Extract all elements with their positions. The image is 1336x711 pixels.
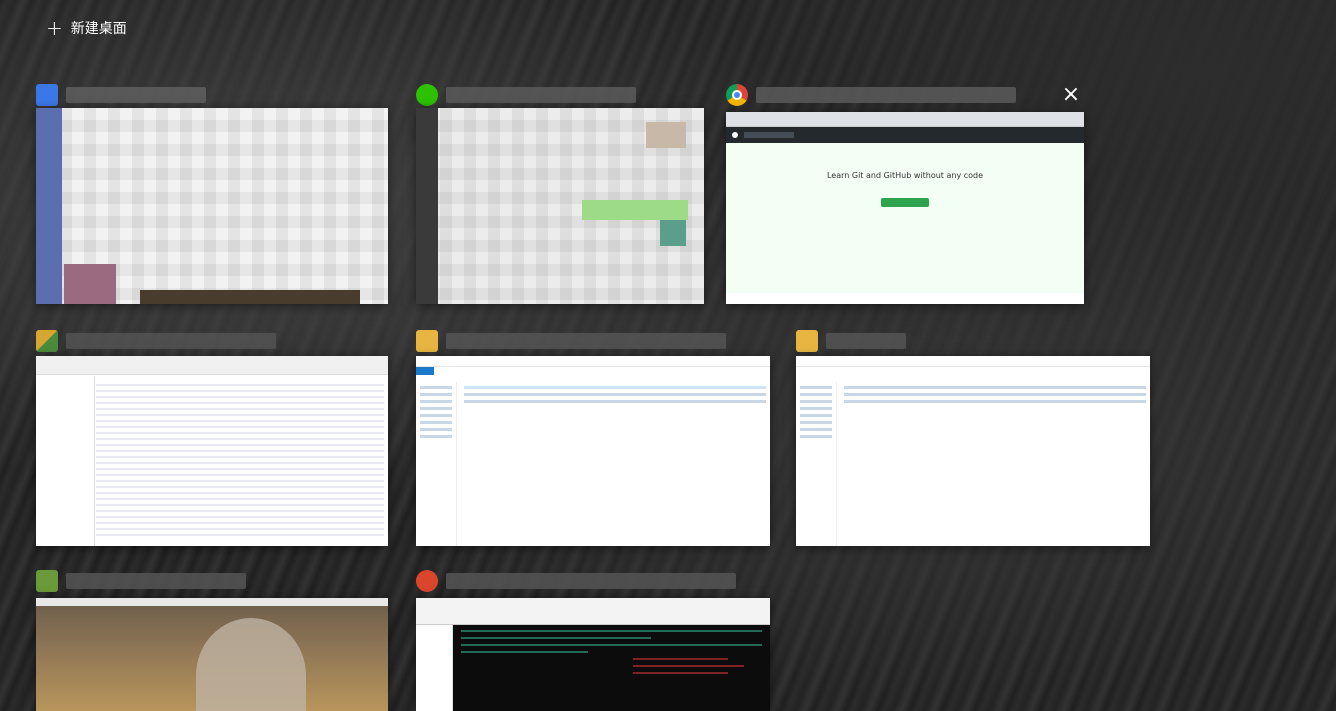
file-list <box>460 382 770 408</box>
github-logo-icon <box>732 132 738 138</box>
window-header <box>36 568 388 594</box>
window-title-blurred <box>446 87 636 103</box>
terminal-icon <box>36 570 58 592</box>
navigation-pane <box>796 382 837 546</box>
ssh-toolbar <box>416 598 770 625</box>
window-title-blurred <box>66 333 276 349</box>
wechat-icon <box>416 84 438 106</box>
explorer-title-bar <box>416 356 770 367</box>
navigation-pane <box>416 382 457 546</box>
terminal-output <box>453 625 770 711</box>
window-thumbnail[interactable] <box>796 356 1150 546</box>
explorer-title-bar <box>796 356 1150 367</box>
window-thumbnail[interactable] <box>36 356 388 546</box>
window-thumbnail[interactable] <box>36 598 388 711</box>
github-cta-button <box>881 198 929 207</box>
task-view-window-6[interactable] <box>796 328 1150 546</box>
window-header <box>416 82 704 108</box>
github-hero-heading: Learn Git and GitHub without any code <box>826 171 984 180</box>
task-view-window-3[interactable]: × Learn Git and GitHub without any code <box>726 82 1084 304</box>
browser-toolbar <box>726 112 1084 127</box>
blurred-sidebar <box>416 108 438 304</box>
file-tree <box>36 376 95 546</box>
wallpaper-character-image <box>196 618 306 711</box>
task-view-window-1[interactable] <box>36 82 388 304</box>
window-thumbnail[interactable]: Learn Git and GitHub without any code <box>726 112 1084 304</box>
blurred-bar <box>140 290 360 304</box>
window-header <box>726 82 1084 108</box>
csv-editor-icon <box>36 330 58 352</box>
github-header <box>726 127 1084 143</box>
blurred-image <box>64 264 116 304</box>
window-title-blurred <box>66 573 246 589</box>
window-header <box>36 82 388 108</box>
task-view-window-8[interactable] <box>416 568 770 711</box>
window-title-blurred <box>446 333 726 349</box>
window-title-blurred <box>66 87 206 103</box>
task-view-window-5[interactable] <box>416 328 770 546</box>
new-desktop-label: 新建桌面 <box>70 21 127 37</box>
session-list <box>416 625 453 711</box>
blurred-avatar <box>646 122 686 148</box>
folder-icon <box>796 330 818 352</box>
window-header <box>416 568 770 594</box>
blurred-message-bubble <box>582 200 688 220</box>
blurred-sidebar <box>36 108 62 304</box>
ssh-client-icon <box>416 570 438 592</box>
window-thumbnail[interactable] <box>416 356 770 546</box>
window-header <box>416 328 770 354</box>
folder-icon <box>416 330 438 352</box>
window-thumbnail[interactable] <box>416 108 704 304</box>
plus-icon: + <box>46 16 63 40</box>
window-title-blurred <box>826 333 906 349</box>
task-view-window-2[interactable] <box>416 82 704 304</box>
window-header <box>796 328 1150 354</box>
chrome-icon <box>726 84 748 106</box>
csv-content <box>96 382 384 540</box>
explorer-ribbon-file-tab <box>416 367 434 375</box>
window-header <box>36 328 388 354</box>
task-view-window-7[interactable] <box>36 568 388 711</box>
window-title-blurred <box>446 573 736 589</box>
explorer-ribbon <box>796 367 814 375</box>
blurred-avatar <box>660 220 686 246</box>
github-hero: Learn Git and GitHub without any code <box>726 143 1084 293</box>
window-thumbnail[interactable] <box>36 108 388 304</box>
terminal-title-bar <box>36 598 388 606</box>
app-icon <box>36 84 58 106</box>
window-title-blurred <box>756 87 1016 103</box>
close-window-button[interactable]: × <box>1058 82 1084 108</box>
editor-toolbar <box>36 356 388 375</box>
github-search <box>744 132 794 138</box>
file-list <box>840 382 1150 408</box>
window-thumbnail[interactable] <box>416 598 770 711</box>
new-desktop-button[interactable]: + 新建桌面 <box>46 16 127 40</box>
task-view-window-4[interactable] <box>36 328 388 546</box>
